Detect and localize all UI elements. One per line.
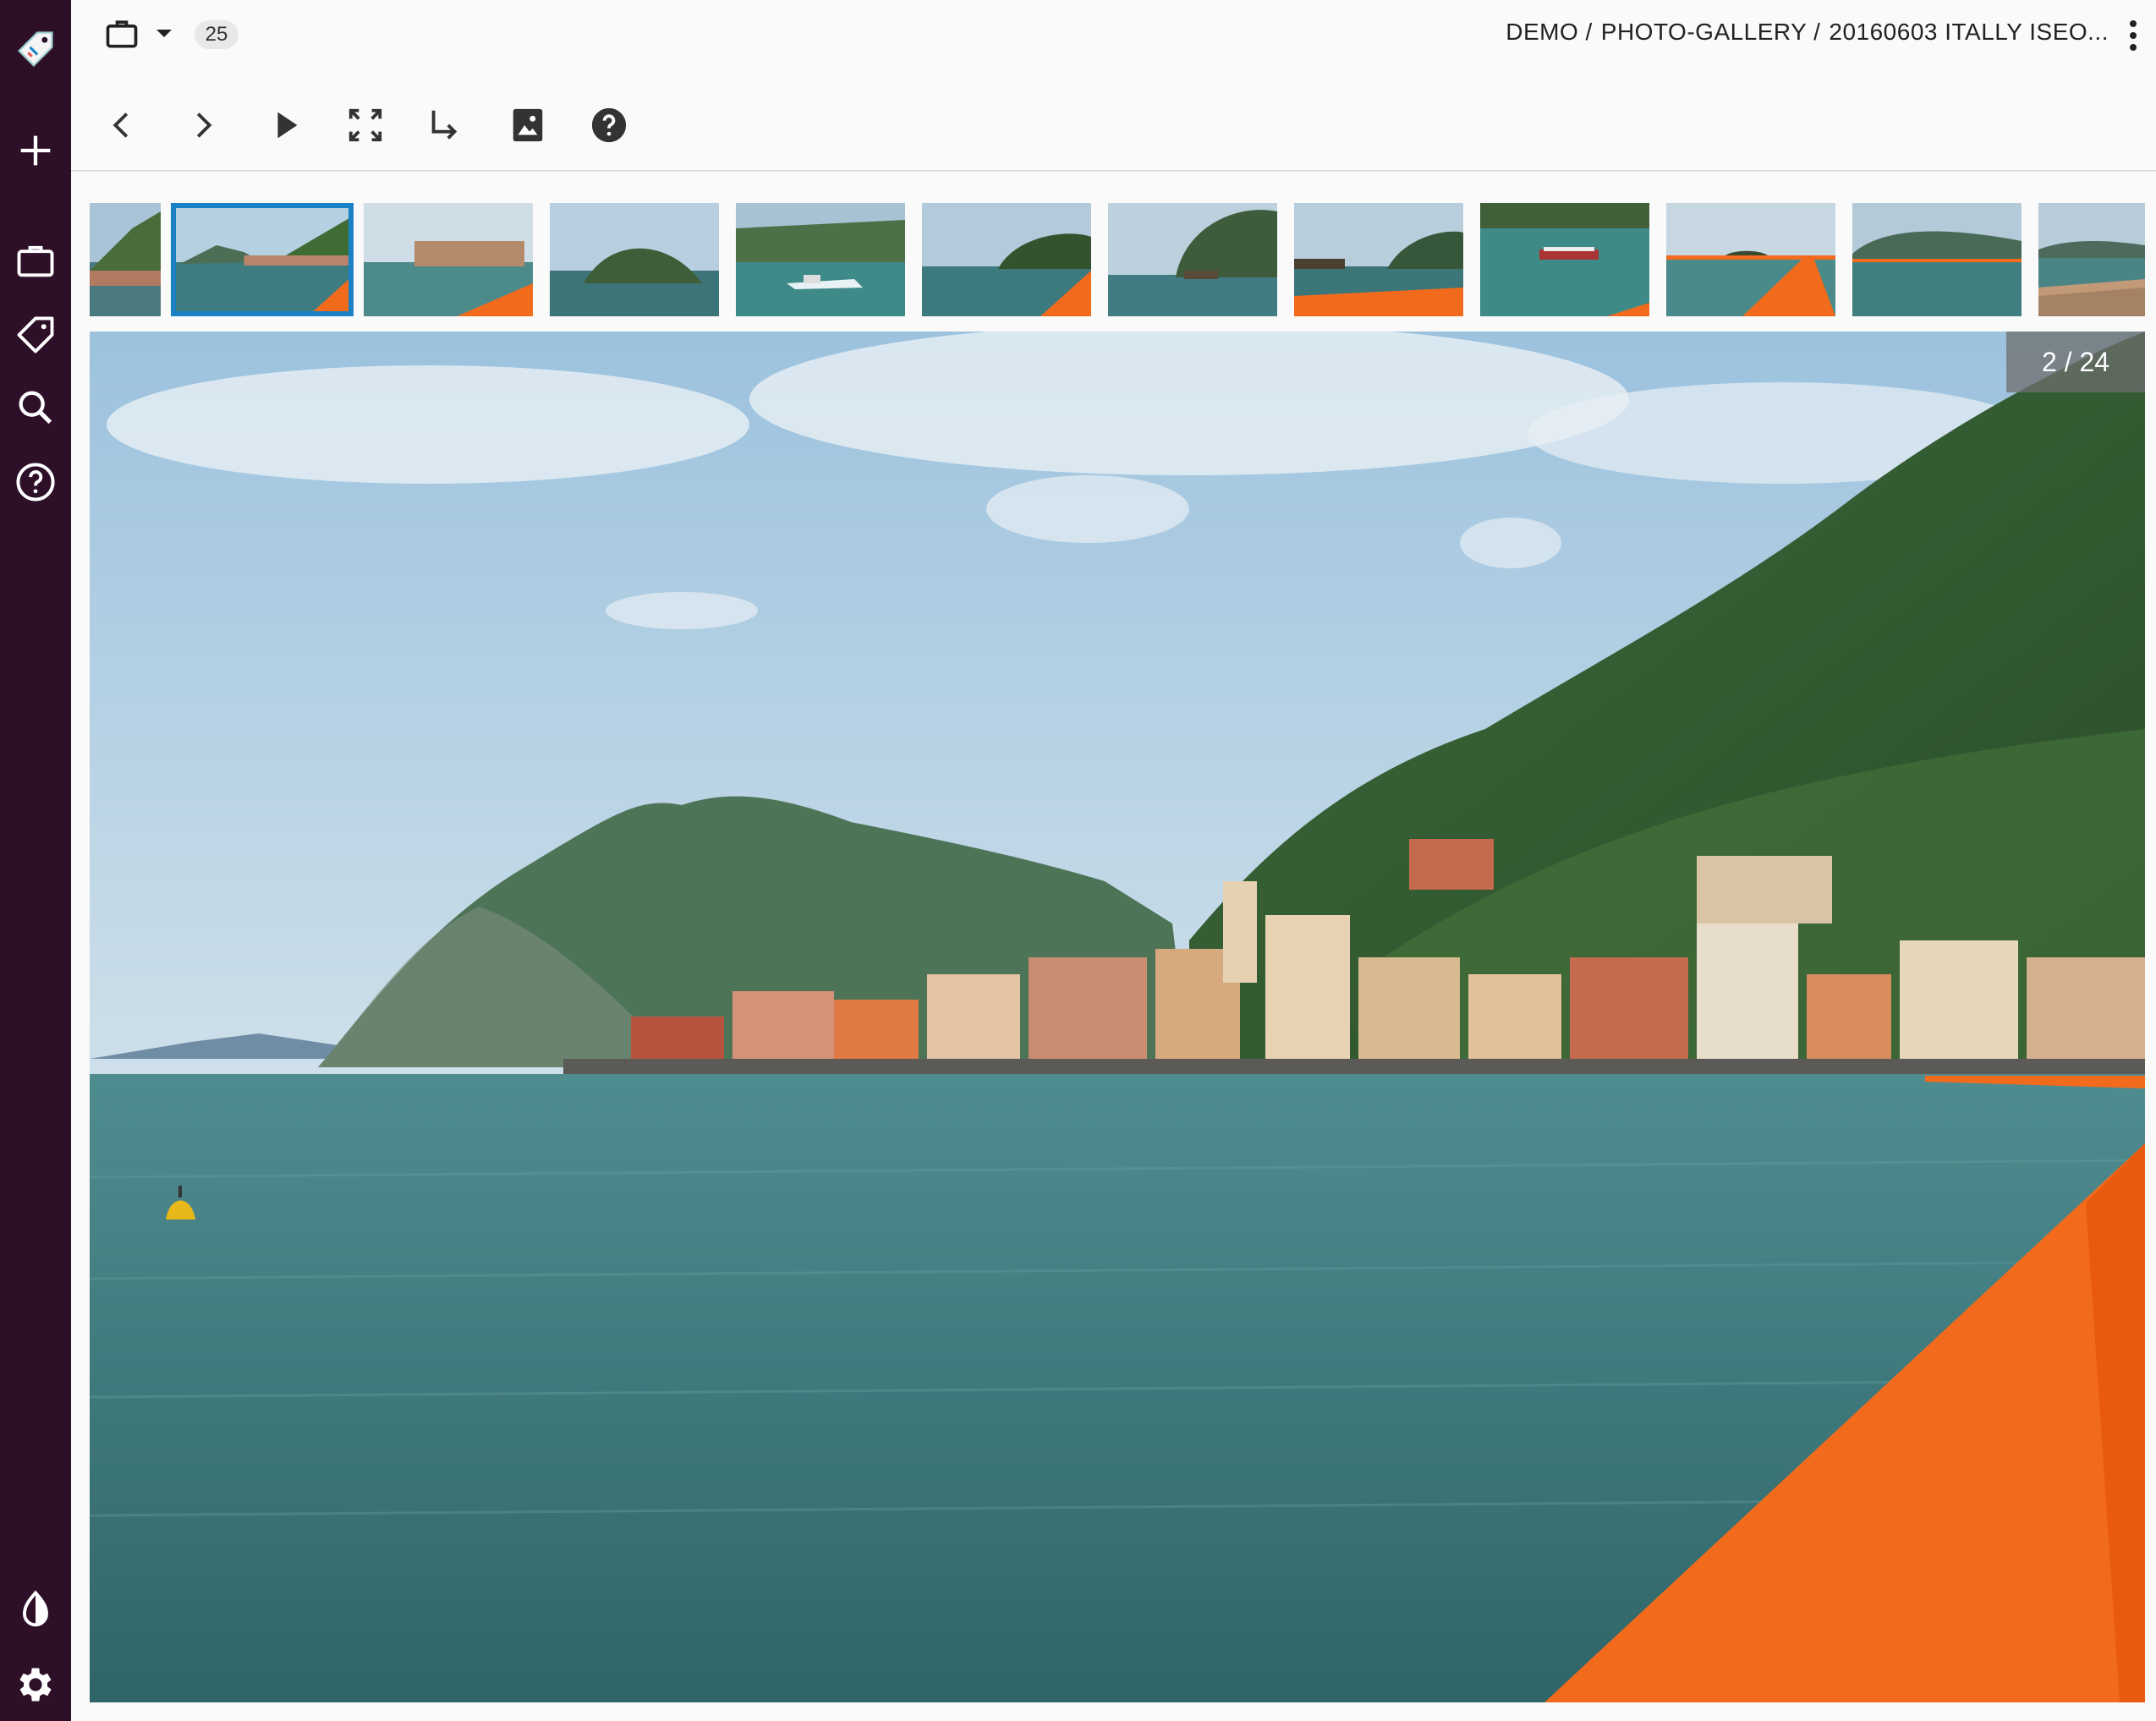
main-photo[interactable]: 2 / 24 bbox=[90, 332, 2145, 1702]
chevron-right-icon bbox=[196, 112, 212, 138]
chevron-left-icon bbox=[112, 112, 129, 138]
thumbnail-5[interactable] bbox=[736, 203, 905, 316]
previous-button[interactable] bbox=[96, 100, 147, 151]
help-button[interactable] bbox=[584, 100, 634, 151]
briefcase-icon[interactable] bbox=[10, 235, 61, 286]
tag-icon[interactable] bbox=[10, 310, 61, 360]
slideshow-play-button[interactable] bbox=[261, 100, 311, 151]
thumbnail-2-selected[interactable] bbox=[171, 203, 354, 316]
top-bar: 25 DEMO / PHOTO-GALLERY / 20160603 ITALL… bbox=[71, 0, 2156, 71]
contrast-icon[interactable] bbox=[10, 1585, 61, 1636]
breadcrumb-demo[interactable]: DEMO / bbox=[1506, 19, 1593, 46]
toolbar-divider bbox=[71, 170, 2156, 172]
next-button[interactable] bbox=[178, 100, 228, 151]
fullscreen-button[interactable] bbox=[340, 100, 391, 151]
breadcrumb-photo-gallery[interactable]: PHOTO-GALLERY / bbox=[1601, 19, 1821, 46]
thumbnail-3[interactable] bbox=[364, 203, 533, 316]
thumbnail-12[interactable] bbox=[2038, 203, 2145, 316]
plus-icon[interactable] bbox=[10, 125, 61, 176]
thumbnail-7[interactable] bbox=[1108, 203, 1277, 316]
gear-icon[interactable] bbox=[10, 1659, 61, 1710]
breadcrumb-album[interactable]: 20160603 ITALLY ISEO... bbox=[1829, 19, 2109, 46]
open-in-folder-button[interactable] bbox=[420, 100, 470, 151]
breadcrumb: DEMO / PHOTO-GALLERY / 20160603 ITALLY I… bbox=[1506, 19, 2109, 46]
app-logo-icon[interactable] bbox=[10, 24, 61, 74]
image-info-button[interactable] bbox=[502, 100, 553, 151]
thumbnail-11[interactable] bbox=[1852, 203, 2022, 316]
thumbnail-strip[interactable] bbox=[90, 203, 2145, 316]
help-icon bbox=[591, 107, 627, 143]
workspace-briefcase-icon[interactable] bbox=[103, 15, 140, 52]
item-count-badge: 25 bbox=[195, 20, 239, 49]
workspace-dropdown-icon[interactable] bbox=[154, 25, 174, 42]
photo-counter: 2 / 24 bbox=[2006, 332, 2145, 392]
search-icon[interactable] bbox=[10, 382, 61, 433]
subdirectory-arrow-icon bbox=[431, 110, 458, 140]
thumbnail-10[interactable] bbox=[1666, 203, 1835, 316]
help-circle-icon[interactable] bbox=[10, 457, 61, 507]
viewer-toolbar bbox=[71, 85, 2156, 166]
thumbnail-4[interactable] bbox=[550, 203, 719, 316]
image-icon bbox=[513, 108, 543, 142]
thumbnail-1[interactable] bbox=[90, 203, 161, 316]
thumbnail-8[interactable] bbox=[1294, 203, 1463, 316]
sidebar bbox=[0, 0, 71, 1721]
lake-iseo-photo bbox=[90, 332, 2145, 1702]
more-vertical-icon[interactable] bbox=[2127, 19, 2139, 52]
thumbnail-6[interactable] bbox=[922, 203, 1091, 316]
play-icon bbox=[277, 112, 298, 139]
fullscreen-icon bbox=[348, 108, 382, 142]
thumbnail-9[interactable] bbox=[1480, 203, 1649, 316]
